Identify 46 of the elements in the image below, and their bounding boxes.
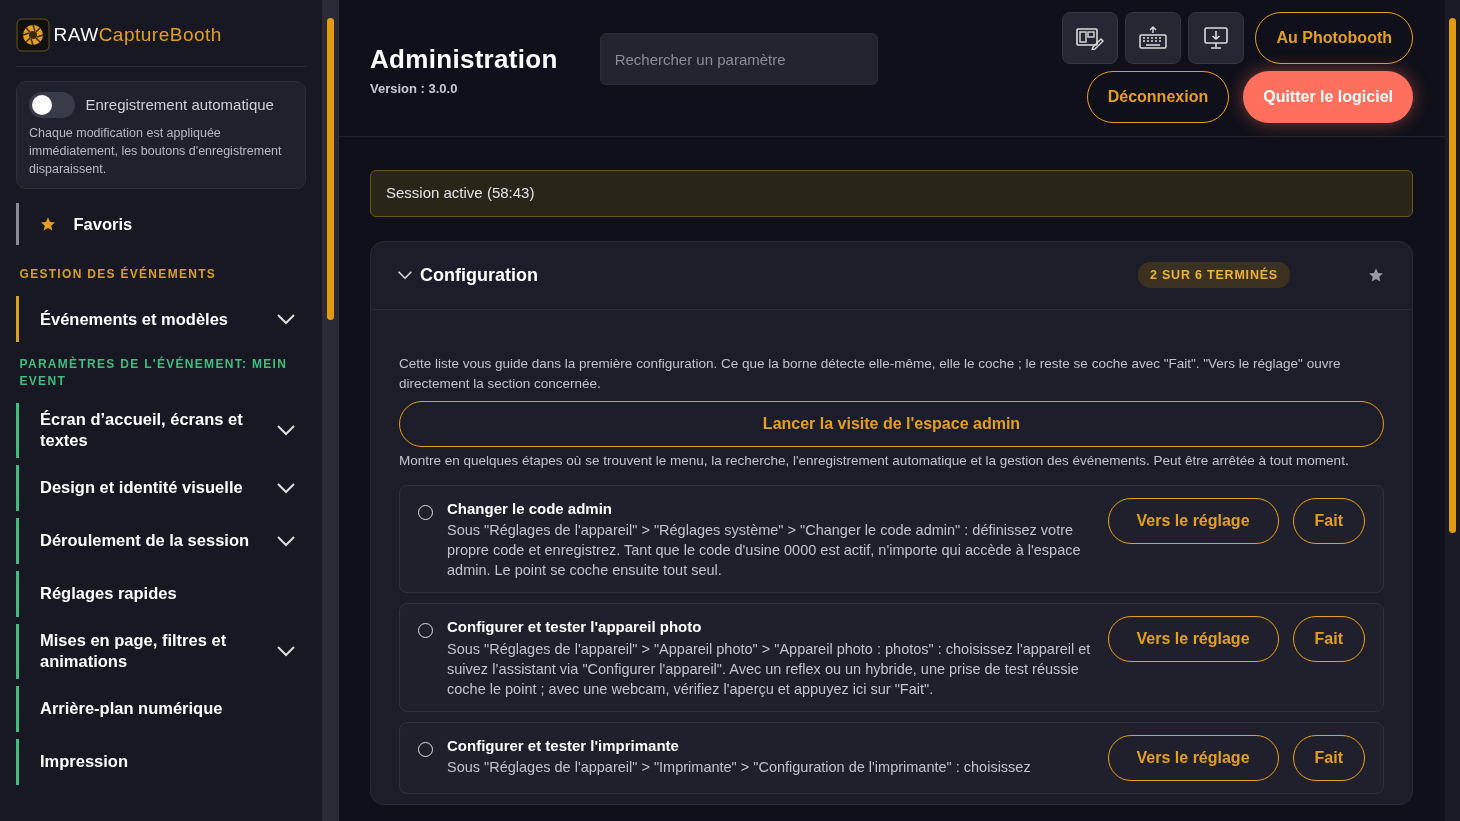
chevron-icon [276,424,296,437]
keyboard-icon [1138,26,1169,50]
chevron-icon [276,534,296,547]
sidebar-item[interactable]: Mises en page, filtres et animations [16,623,306,679]
autosave-description: Chaque modification est appliquée immédiatement, les boutons d'enregistrement disparaissent. [29,125,283,178]
favorites-item[interactable]: Favoris [16,203,306,246]
app-logo: RAWCaptureBooth [53,22,222,47]
monitor-download-icon [1203,26,1230,50]
star-icon[interactable] [1368,267,1384,283]
star-icon [40,216,56,233]
search-field[interactable]: Rechercher un paramètre [599,33,878,85]
icon-button[interactable] [1062,12,1119,64]
item-description: Sous "Réglages de l'appareil" > "Réglages système" > "Changer le code admin" : définissez votre propre code et enregistrez. Tant que le code d'usine 0000 est actif, n'importe qui accède à l'espace admin. Le point se coche ensuite tout seul. [447,521,1082,581]
sidebar-item[interactable]: Écran d’accueil, écrans et textes [16,402,306,458]
toggle-switch[interactable] [29,92,75,118]
item-title: Configurer et tester l'imprimante [447,735,680,756]
section-heading: PARAMÈTRES DE L'ÉVÉNEMENT: MEIN EVENT [19,356,289,389]
layout-icon [1075,26,1106,50]
sidebar-item[interactable]: Déroulement de la session [16,517,306,564]
item-description: Sous "Réglages de l'appareil" > "Appareil photo" > "Appareil photo : photos" : choisissez l'appareil et suivez l’assistant via "Configurer l'appareil". Avec un reflex ou un hybride, une prise de test réussie coche le point ; avec une webcam, vérifiez l'aperçu et appuyez ici sur "Fait". [447,639,1092,699]
sidebar-item[interactable]: Impression [16,738,306,785]
intro-text: Cette liste vous guide dans la première configuration. Ce que la borne détecte elle-même, elle le coche ; le reste se coche avec "Fait". "Vers le réglage" ouvre directement la section concernée. [399,354,1342,393]
scrollbar-thumb[interactable] [327,18,334,320]
progress-badge: 2 SUR 6 TERMINÉS [1137,261,1290,289]
sidebar-item[interactable]: Arrière-plan numérique [16,685,306,732]
page-title: Administration [370,43,558,76]
icon-button[interactable] [1125,12,1182,64]
chevron-icon[interactable] [397,270,413,280]
scrollbar-thumb[interactable] [1449,18,1456,533]
chevron-icon [276,645,296,658]
tour-note: Montre en quelques étapes où se trouvent le menu, la recherche, l'enregistrement automatique et la gestion des événements. Peut être arrêtée à tout moment. [399,451,1350,470]
version-label: Version : 3.0.0 [370,80,459,98]
sidebar-item[interactable]: Réglages rapides [16,570,306,617]
chevron-icon [276,481,296,494]
chevron-icon [276,313,296,326]
item-description: Sous "Réglages de l'appareil" > "Imprimante" > "Configuration de l'imprimante" : choisissez [447,758,1032,778]
aperture-icon [16,18,50,52]
item-title: Changer le code admin [447,498,614,519]
sidebar-item[interactable]: Événements et modèles [16,296,306,343]
section-title: Configuration [420,263,538,287]
sidebar-item[interactable]: Design et identité visuelle [16,464,306,511]
icon-button[interactable] [1188,12,1245,64]
toggle-label: Enregistrement automatique [85,94,274,115]
section-heading: GESTION DES ÉVÉNEMENTS [19,266,218,283]
session-banner: Session active (58:43) [370,170,1413,217]
item-title: Configurer et tester l'appareil photo [447,617,703,638]
